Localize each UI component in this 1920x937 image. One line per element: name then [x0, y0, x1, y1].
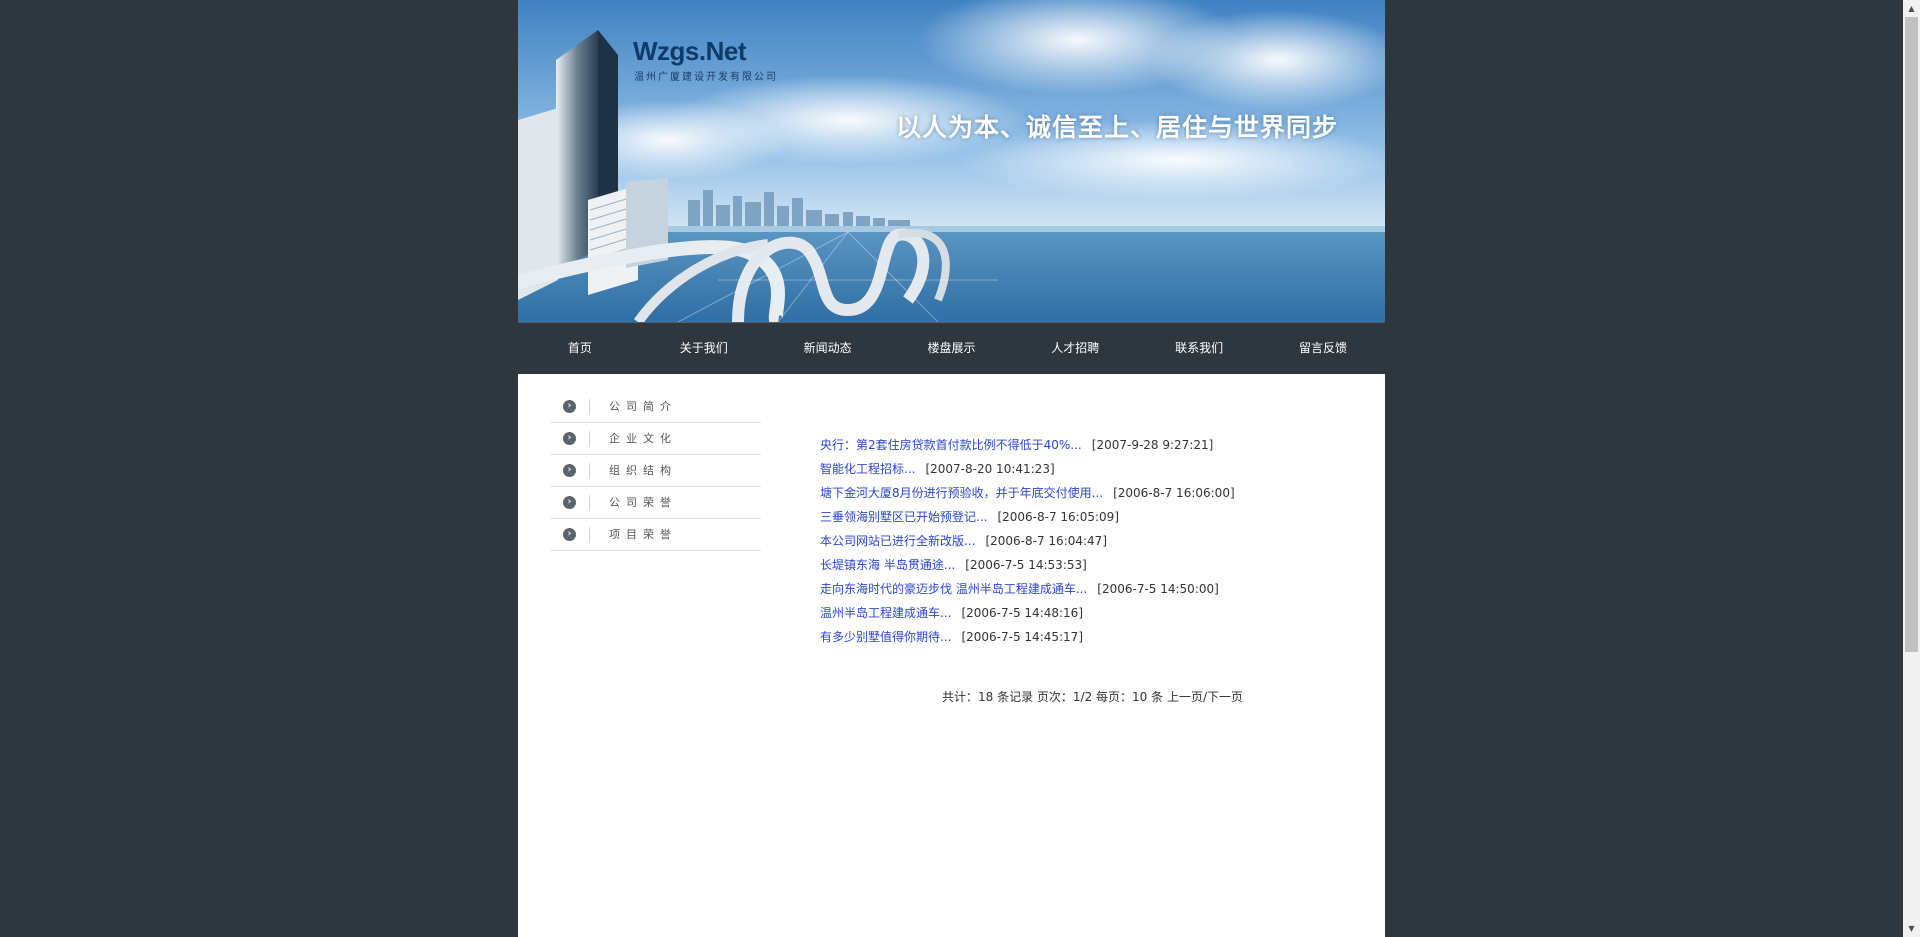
- chevron-right-circle-icon: ›: [563, 400, 576, 413]
- main-nav: 首页 关于我们 新闻动态 楼盘展示 人才招聘 联系我们 留言反馈: [518, 322, 1385, 374]
- sidebar-item-corporate-culture[interactable]: › 企业文化: [550, 423, 761, 455]
- nav-feedback[interactable]: 留言反馈: [1261, 323, 1385, 373]
- banner-slogan: 以人为本、诚信至上、居住与世界同步: [896, 113, 1339, 142]
- news-title-link[interactable]: 走向东海时代的豪迈步伐 温州半岛工程建成通车...: [820, 582, 1087, 596]
- sidebar-item-company-profile[interactable]: › 公司简介: [550, 391, 761, 423]
- sidebar-menu: › 公司简介 › 企业文化 › 组织结构 › 公司荣誉 › 项目荣誉: [550, 391, 761, 551]
- chevron-right-circle-icon: ›: [563, 528, 576, 541]
- vertical-scrollbar[interactable]: ▲ ▼: [1903, 0, 1920, 937]
- list-item: 温州半岛工程建成通车... [2006-7-5 14:48:16]: [820, 601, 1360, 625]
- divider: [589, 495, 590, 511]
- list-item: 塘下金河大厦8月份进行预验收，并于年底交付使用... [2006-8-7 16:0…: [820, 481, 1360, 505]
- sidebar-item-project-honors[interactable]: › 项目荣誉: [550, 519, 761, 551]
- news-title-link[interactable]: 有多少别墅值得你期待...: [820, 630, 951, 644]
- news-date: [2006-7-5 14:48:16]: [961, 606, 1083, 620]
- nav-news[interactable]: 新闻动态: [766, 323, 890, 373]
- list-item: 央行：第2套住房贷款首付款比例不得低于40%... [2007-9-28 9:27…: [820, 433, 1360, 457]
- list-item: 走向东海时代的豪迈步伐 温州半岛工程建成通车... [2006-7-5 14:50…: [820, 577, 1360, 601]
- divider: [589, 399, 590, 415]
- nav-about[interactable]: 关于我们: [642, 323, 766, 373]
- list-item: 有多少别墅值得你期待... [2006-7-5 14:45:17]: [820, 625, 1360, 649]
- divider: [589, 527, 590, 543]
- divider: [589, 431, 590, 447]
- news-date: [2006-7-5 14:53:53]: [965, 558, 1087, 572]
- site-logo[interactable]: Wzgs.Net: [633, 36, 747, 67]
- next-page-link[interactable]: 下一页: [1207, 690, 1243, 704]
- browser-viewport: Wzgs.Net 温州广厦建设开发有限公司 以人为本、诚信至上、居住与世界同步 …: [0, 0, 1903, 937]
- news-date: [2006-8-7 16:06:00]: [1113, 486, 1235, 500]
- sidebar-item-label: 公司荣誉: [609, 496, 677, 509]
- company-name: 温州广厦建设开发有限公司: [634, 72, 778, 83]
- news-title-link[interactable]: 智能化工程招标...: [820, 462, 915, 476]
- news-title-link[interactable]: 央行：第2套住房贷款首付款比例不得低于40%...: [820, 438, 1082, 452]
- sidebar-item-company-honors[interactable]: › 公司荣誉: [550, 487, 761, 519]
- scroll-up-arrow-icon[interactable]: ▲: [1903, 0, 1920, 17]
- pagination: 共计：18 条记录 页次：1/2 每页：10 条 上一页/下一页: [942, 688, 1243, 705]
- scrollbar-thumb[interactable]: [1905, 17, 1918, 652]
- list-item: 三垂领海别墅区已开始预登记... [2006-8-7 16:05:09]: [820, 505, 1360, 529]
- news-title-link[interactable]: 本公司网站已进行全新改版...: [820, 534, 975, 548]
- nav-home[interactable]: 首页: [518, 323, 642, 373]
- sidebar-item-label: 项目荣誉: [609, 528, 677, 541]
- news-title-link[interactable]: 三垂领海别墅区已开始预登记...: [820, 510, 987, 524]
- news-date: [2006-7-5 14:50:00]: [1097, 582, 1219, 596]
- prev-page-link[interactable]: 上一页: [1167, 690, 1203, 704]
- header-banner: Wzgs.Net 温州广厦建设开发有限公司 以人为本、诚信至上、居住与世界同步: [518, 0, 1385, 322]
- news-date: [2006-8-7 16:04:47]: [985, 534, 1107, 548]
- nav-properties[interactable]: 楼盘展示: [890, 323, 1014, 373]
- divider: [589, 463, 590, 479]
- chevron-right-circle-icon: ›: [563, 432, 576, 445]
- nav-careers[interactable]: 人才招聘: [1013, 323, 1137, 373]
- sidebar-item-organization[interactable]: › 组织结构: [550, 455, 761, 487]
- scroll-down-arrow-icon[interactable]: ▼: [1903, 920, 1920, 937]
- nav-contact[interactable]: 联系我们: [1137, 323, 1261, 373]
- news-date: [2007-9-28 9:27:21]: [1091, 438, 1214, 452]
- news-list: 央行：第2套住房贷款首付款比例不得低于40%... [2007-9-28 9:27…: [820, 433, 1360, 649]
- news-date: [2006-8-7 16:05:09]: [997, 510, 1119, 524]
- sidebar-item-label: 组织结构: [609, 464, 677, 477]
- news-date: [2006-7-5 14:45:17]: [961, 630, 1083, 644]
- news-date: [2007-8-20 10:41:23]: [925, 462, 1055, 476]
- list-item: 智能化工程招标... [2007-8-20 10:41:23]: [820, 457, 1360, 481]
- page-container: Wzgs.Net 温州广厦建设开发有限公司 以人为本、诚信至上、居住与世界同步 …: [518, 0, 1385, 937]
- news-title-link[interactable]: 长堤镇东海 半岛贯通途...: [820, 558, 955, 572]
- chevron-right-circle-icon: ›: [563, 496, 576, 509]
- list-item: 本公司网站已进行全新改版... [2006-8-7 16:04:47]: [820, 529, 1360, 553]
- list-item: 长堤镇东海 半岛贯通途... [2006-7-5 14:53:53]: [820, 553, 1360, 577]
- news-title-link[interactable]: 温州半岛工程建成通车...: [820, 606, 951, 620]
- chevron-right-circle-icon: ›: [563, 464, 576, 477]
- sidebar-item-label: 企业文化: [609, 432, 677, 445]
- sidebar-item-label: 公司简介: [609, 400, 677, 413]
- pagination-summary: 共计：18 条记录 页次：1/2 每页：10 条: [942, 690, 1164, 704]
- news-title-link[interactable]: 塘下金河大厦8月份进行预验收，并于年底交付使用...: [820, 486, 1103, 500]
